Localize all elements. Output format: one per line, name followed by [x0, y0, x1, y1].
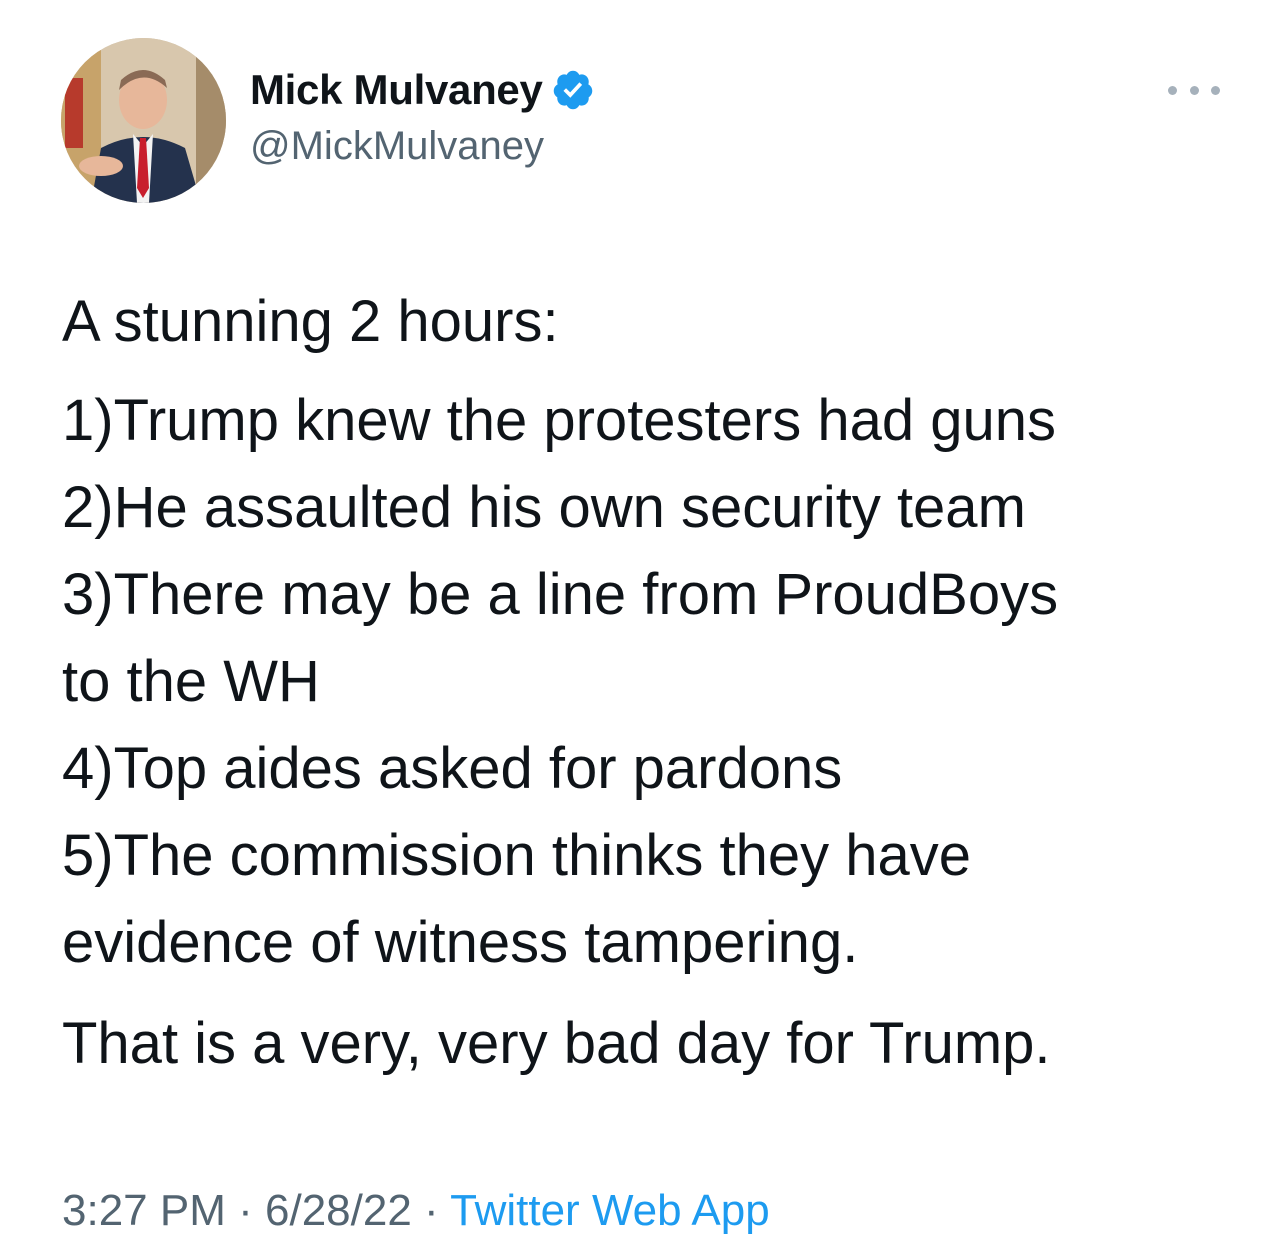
handle[interactable]: @MickMulvaney: [250, 124, 595, 169]
tweet-line: evidence of witness tampering.: [62, 910, 859, 975]
meta-separator: ·: [424, 1186, 439, 1235]
verified-badge-icon: [551, 68, 595, 112]
tweet-intro: A stunning 2 hours:: [62, 289, 559, 354]
tweet-line: 3)There may be a line from ProudBoys: [62, 562, 1059, 627]
tweet-source-link[interactable]: Twitter Web App: [450, 1186, 770, 1235]
more-dot: [1189, 85, 1199, 95]
more-options-icon[interactable]: [1168, 78, 1220, 102]
avatar[interactable]: [61, 38, 226, 203]
tweet-text: A stunning 2 hours: 1)Trump knew the pro…: [62, 278, 1242, 1087]
tweet-outro: That is a very, very bad day for Trump.: [62, 1011, 1051, 1076]
tweet-line: to the WH: [62, 649, 320, 714]
tweet-time[interactable]: 3:27 PM: [62, 1186, 226, 1235]
more-dot: [1168, 85, 1177, 95]
display-name-row: Mick Mulvaney: [250, 62, 595, 118]
more-dot: [1211, 85, 1220, 95]
tweet-card: Mick Mulvaney @MickMulvaney A stunning 2…: [0, 0, 1284, 1256]
tweet-line: 4)Top aides asked for pardons: [62, 736, 843, 801]
meta-separator: ·: [238, 1186, 253, 1235]
tweet-meta: 3:27 PM · 6/28/22 · Twitter Web App: [62, 1186, 770, 1236]
tweet-date[interactable]: 6/28/22: [265, 1186, 412, 1235]
author-info: Mick Mulvaney @MickMulvaney: [250, 62, 595, 169]
profile-photo-icon: [61, 38, 226, 203]
display-name[interactable]: Mick Mulvaney: [250, 66, 543, 114]
tweet-line: 5)The commission thinks they have: [62, 823, 972, 888]
tweet-line: 2)He assaulted his own security team: [62, 475, 1026, 540]
tweet-line: 1)Trump knew the protesters had guns: [62, 388, 1057, 453]
